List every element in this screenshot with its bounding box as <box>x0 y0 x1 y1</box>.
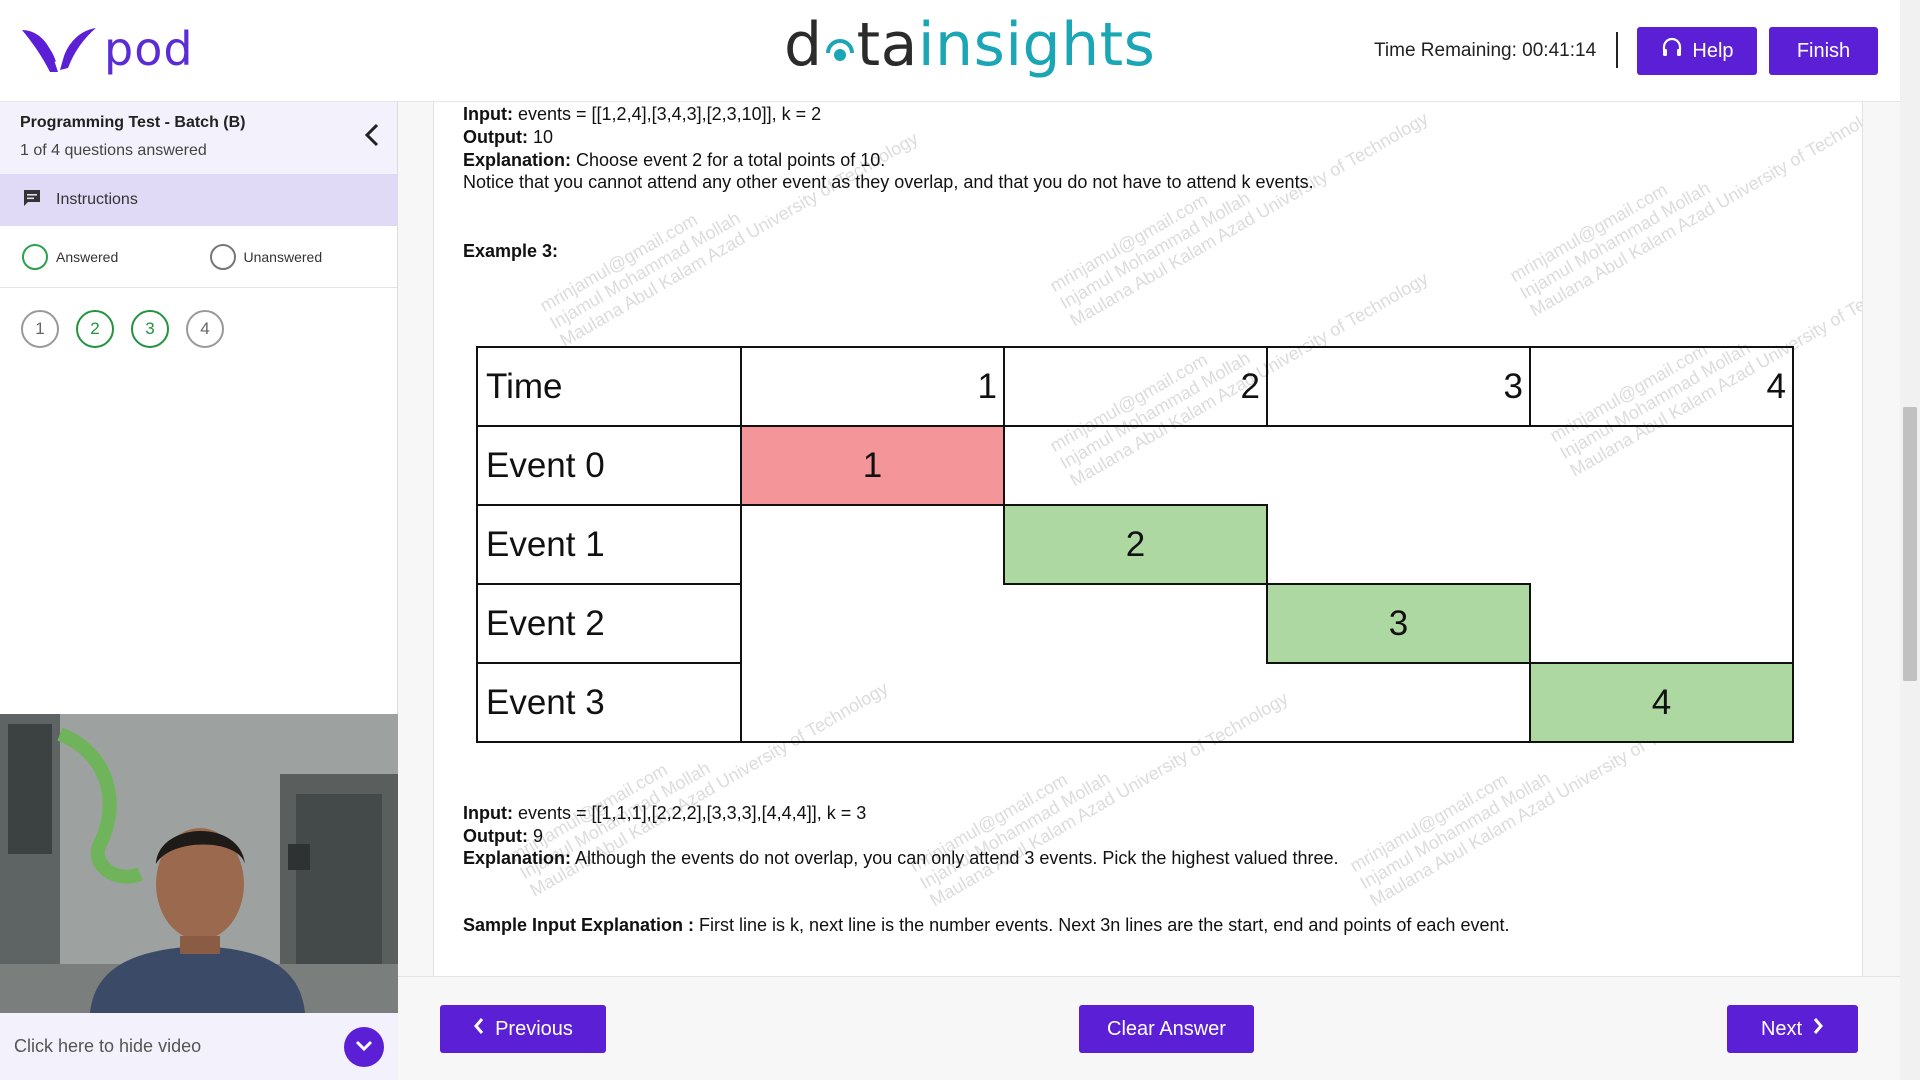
ex3-output-line: Output: 9 <box>463 826 543 846</box>
previous-label: Previous <box>495 1017 573 1040</box>
test-title: Programming Test - Batch (B) <box>20 114 246 131</box>
event-label-cell: Event 1 <box>476 504 742 585</box>
webcam-feed <box>0 714 398 1013</box>
legend-unanswered-label: Unanswered <box>243 248 323 265</box>
next-button[interactable]: Next <box>1727 1005 1858 1053</box>
empty-cell <box>1530 505 1794 584</box>
table-row: Event 0 1 <box>476 425 1794 506</box>
ex3-input-line: Input: events = [[1,1,1],[2,2,2],[3,3,3]… <box>463 803 867 823</box>
ex2-explanation-line: Explanation: Choose event 2 for a total … <box>463 150 886 170</box>
brand-name: pod <box>104 22 194 76</box>
clear-answer-button[interactable]: Clear Answer <box>1079 1005 1254 1053</box>
empty-cell <box>740 663 1004 743</box>
message-icon <box>22 188 42 213</box>
legend-answered: Answered <box>22 243 210 270</box>
question-4-button[interactable]: 4 <box>186 310 224 348</box>
collapse-sidebar-button[interactable] <box>359 122 385 153</box>
empty-cell <box>1530 425 1794 505</box>
logo-signal-icon <box>823 14 857 61</box>
sample-input-explanation: Sample Input Explanation : First line is… <box>463 915 1510 935</box>
pod-brand: pod <box>20 22 194 76</box>
question-panel: mrinjamul@gmail.com Injamul Mohammad Moll… <box>433 102 1863 976</box>
finish-label: Finish <box>1796 39 1851 62</box>
time-header-cell: Time <box>476 346 742 427</box>
ex3-explanation-line: Explanation: Although the events do not … <box>463 848 1339 868</box>
ex2-notice: Notice that you cannot attend any other … <box>463 172 1314 192</box>
chevron-down-icon <box>354 1037 374 1058</box>
instructions-label: Instructions <box>56 191 138 208</box>
previous-button[interactable]: Previous <box>440 1005 606 1053</box>
question-content-area: mrinjamul@gmail.com Injamul Mohammad Moll… <box>398 102 1900 976</box>
empty-cell <box>740 504 1004 584</box>
watermark: mrinjamul@gmail.com Injamul Mohammad Moll… <box>536 128 922 351</box>
event-label-cell: Event 3 <box>476 662 742 743</box>
ex2-output-line: Output: 10 <box>463 127 554 147</box>
logo-text-d: d <box>784 10 823 80</box>
top-header: pod d tainsights Time Remaining: 00:41:1… <box>0 0 1900 102</box>
logo-text-insights: insights <box>917 10 1156 80</box>
event-label-cell: Event 0 <box>476 425 742 506</box>
header-divider <box>1616 32 1618 68</box>
hide-video-bar[interactable]: Click here to hide video <box>0 1013 398 1080</box>
question-2-button[interactable]: 2 <box>76 310 114 348</box>
event-value-cell: 4 <box>1529 662 1794 743</box>
table-row: Event 1 2 <box>476 504 1794 585</box>
instructions-item[interactable]: Instructions <box>0 174 397 226</box>
headset-icon <box>1660 36 1684 66</box>
question-footer: Previous Clear Answer Next <box>398 976 1900 1080</box>
empty-cell <box>1004 663 1267 743</box>
empty-cell <box>740 584 1004 663</box>
table-row: Time 1 2 3 4 <box>476 346 1794 427</box>
time-cell: 3 <box>1266 346 1531 427</box>
table-row: Event 3 4 <box>476 662 1794 743</box>
table-row: Event 2 3 <box>476 583 1794 664</box>
event-value-cell: 3 <box>1266 583 1531 664</box>
event-value-cell: 1 <box>740 425 1005 506</box>
legend-answered-label: Answered <box>56 248 119 265</box>
hide-video-label: Click here to hide video <box>14 1036 202 1056</box>
page-scrollbar-thumb[interactable] <box>1903 407 1917 681</box>
event-label-cell: Event 2 <box>476 583 742 664</box>
progress-text: 1 of 4 questions answered <box>20 142 207 159</box>
time-cell: 2 <box>1003 346 1268 427</box>
empty-cell <box>1004 583 1267 663</box>
datainsights-logo: d tainsights <box>784 10 1155 80</box>
example-3-heading: Example 3: <box>463 241 559 261</box>
test-header: Programming Test - Batch (B) 1 of 4 ques… <box>0 102 397 174</box>
question-1-button[interactable]: 1 <box>21 310 59 348</box>
status-legend: Answered Unanswered <box>0 226 397 288</box>
chevron-right-icon <box>1812 1017 1824 1041</box>
empty-cell <box>1267 505 1530 584</box>
logo-text-ta: ta <box>856 10 918 80</box>
webcam-image <box>0 714 398 1013</box>
clear-answer-label: Clear Answer <box>1107 1017 1226 1040</box>
empty-cell <box>1530 584 1794 663</box>
event-timeline-table: Time 1 2 3 4 Event 0 1 Event 1 2 Event 2… <box>476 346 1794 743</box>
empty-cell <box>1267 662 1530 743</box>
event-value-cell: 2 <box>1003 504 1268 585</box>
time-cell: 1 <box>740 346 1005 427</box>
legend-unanswered: Unanswered <box>209 243 398 270</box>
empty-cell <box>1267 425 1530 505</box>
time-cell: 4 <box>1529 346 1794 427</box>
hide-video-toggle[interactable] <box>344 1027 384 1067</box>
finish-button[interactable]: Finish <box>1769 27 1878 75</box>
empty-cell <box>1003 425 1267 505</box>
pod-logo-icon <box>20 24 98 74</box>
ex2-input-line: Input: events = [[1,2,4],[3,4,3],[2,3,10… <box>463 104 822 124</box>
unanswered-circle-icon <box>209 243 236 270</box>
chevron-left-icon <box>473 1017 485 1041</box>
time-remaining: Time Remaining: 00:41:14 <box>1374 40 1597 61</box>
question-3-button[interactable]: 3 <box>131 310 169 348</box>
question-navigator: 1 2 3 4 <box>0 288 397 348</box>
answered-circle-icon <box>22 243 48 270</box>
help-button[interactable]: Help <box>1637 27 1757 75</box>
next-label: Next <box>1760 1017 1803 1040</box>
chevron-left-icon <box>363 122 381 153</box>
help-label: Help <box>1692 39 1734 62</box>
